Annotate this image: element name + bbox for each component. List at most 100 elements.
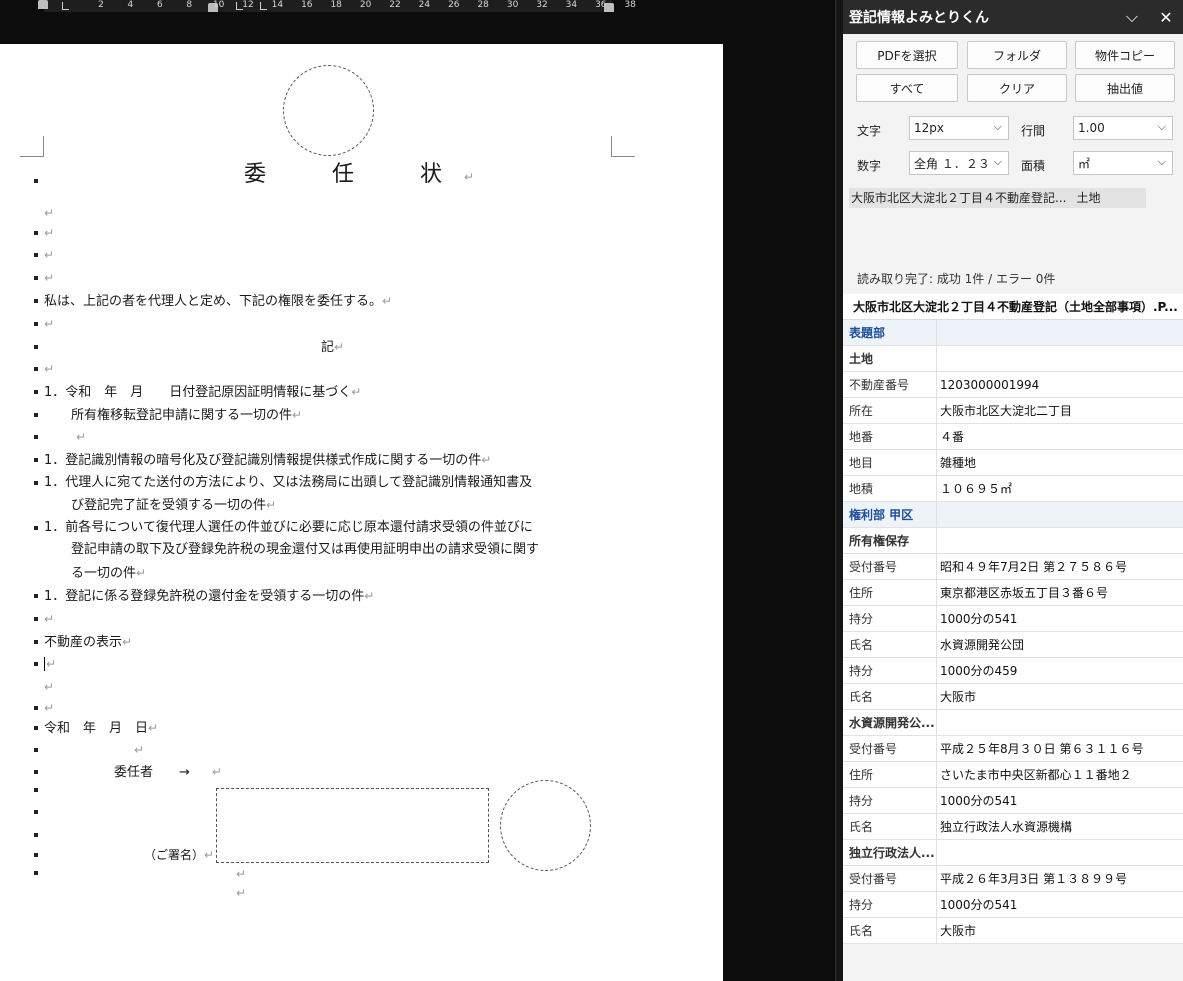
ruler-tick-label: 6: [156, 0, 163, 10]
ruler-tick-label: 18: [330, 0, 342, 10]
clear-button[interactable]: クリア: [967, 74, 1067, 102]
empty-paragraph: ↵: [44, 362, 55, 376]
empty-paragraph: ↵: [44, 701, 55, 715]
table-row[interactable]: 不動産番号 1203000001994: [843, 372, 1183, 398]
folder-button[interactable]: フォルダ: [967, 41, 1067, 69]
table-row[interactable]: 氏名 独立行政法人水資源機構: [843, 814, 1183, 840]
paragraph-marker: [34, 594, 38, 598]
table-group-row[interactable]: 独立行政法人...: [843, 840, 1183, 866]
table-key-cell: 地積: [843, 476, 937, 501]
item-4-continuation: 登記申請の取下及び登録免許税の現金還付又は再使用証明申出の請求受領に関す: [58, 542, 540, 557]
table-value-cell: 平成２６年3月3日 第１３８９９号: [940, 872, 1128, 886]
table-title: 大阪市北区大淀北２丁目４不動産登記（土地全部事項）.P...: [843, 294, 1183, 320]
ruler-tick-label: 4: [127, 0, 134, 10]
first-line-indent-marker[interactable]: [38, 0, 48, 9]
table-key-cell: 独立行政法人...: [843, 840, 937, 865]
table-key-cell: 受付番号: [843, 554, 937, 579]
table-section-row[interactable]: 表題部: [843, 320, 1183, 346]
ruler-tick-label: 38: [624, 0, 636, 10]
seal-circle: [500, 780, 591, 871]
table-row[interactable]: 持分 1000分の541: [843, 788, 1183, 814]
ruler-tick-label: 28: [477, 0, 489, 10]
paragraph-marker: [34, 481, 38, 485]
table-value-cell: 平成２５年8月３０日 第６３１１６号: [940, 742, 1144, 756]
table-row[interactable]: 住所 さいたま市中央区新都心１１番地２: [843, 762, 1183, 788]
ruler-tick-label: 8: [186, 0, 193, 10]
table-value-cell: さいたま市中央区新都心１１番地２: [940, 768, 1132, 782]
table-value-cell: 大阪市: [940, 690, 977, 704]
table-row[interactable]: 地番 ４番: [843, 424, 1183, 450]
item-4-continuation: る一切の件↵: [58, 566, 147, 581]
table-row[interactable]: 持分 1000分の541: [843, 606, 1183, 632]
table-value-cell: 東京都港区赤坂五丁目３番６号: [940, 586, 1109, 600]
table-row[interactable]: 住所 東京都港区赤坂五丁目３番６号: [843, 580, 1183, 606]
item-1-continuation: 所有権移転登記申請に関する一切の件↵: [58, 408, 303, 423]
table-row[interactable]: 所在 大阪市北区大淀北二丁目: [843, 398, 1183, 424]
digit-format-select[interactable]: 全角 １．２３ ⌵: [909, 151, 1009, 175]
ruler-tick-label: 26: [448, 0, 460, 10]
extracted-values-button[interactable]: 抽出値: [1075, 74, 1175, 102]
table-value-cell: 雑種地: [940, 456, 977, 470]
table-row[interactable]: 持分 1000分の541: [843, 892, 1183, 918]
delegation-statement: 私は、上記の者を代理人と定め、下記の権限を委任する。↵: [44, 294, 393, 309]
signature-box[interactable]: [216, 788, 489, 863]
paragraph-marker: [34, 726, 38, 730]
table-value-cell: 昭和４９年7月2日 第２７５８６号: [940, 560, 1128, 574]
table-row[interactable]: 氏名 大阪市: [843, 684, 1183, 710]
tab-stop-marker[interactable]: [62, 2, 69, 10]
table-value-cell: [937, 840, 1183, 865]
table-row[interactable]: 受付番号 平成２６年3月3日 第１３８９９号: [843, 866, 1183, 892]
close-icon[interactable]: ✕: [1149, 8, 1183, 27]
paragraph-marker: [34, 435, 38, 439]
table-group-row[interactable]: 水資源開発公...: [843, 710, 1183, 736]
paragraph-marker: [34, 788, 38, 792]
horizontal-ruler[interactable]: 2 4 6 8 10 12 14 16 18 20 22 24 26 28 30 32 34 36 38: [0, 0, 835, 16]
paragraph-marker: [34, 390, 38, 394]
table-value-cell: 1000分の459: [940, 664, 1018, 678]
table-row[interactable]: 受付番号 昭和４９年7月2日 第２７５８６号: [843, 554, 1183, 580]
property-heading: 不動産の表示↵: [44, 635, 133, 650]
table-value-cell: [937, 320, 1183, 345]
table-group-row[interactable]: 土地: [843, 346, 1183, 372]
ruler-tick-label: 36: [595, 0, 607, 10]
line-spacing-value: 1.00: [1078, 121, 1105, 135]
paragraph-marker: [34, 179, 38, 183]
select-pdf-button[interactable]: PDFを選択: [856, 41, 958, 69]
document-page[interactable]: 委 任 状↵ ↵ ↵ ↵ ↵ 私は、上記の者を代理人と定め、下記の権限を委任する…: [0, 44, 723, 981]
ruler-tick-label: 12: [242, 0, 254, 10]
table-row[interactable]: 持分 1000分の459: [843, 658, 1183, 684]
line-spacing-select[interactable]: 1.00 ⌵: [1073, 116, 1173, 140]
signature-label: （ご署名）↵: [144, 848, 215, 862]
table-value-cell: 大阪市北区大淀北二丁目: [940, 404, 1073, 418]
table-key-cell: 持分: [843, 658, 937, 683]
paragraph-marker: [34, 770, 38, 774]
pane-splitter[interactable]: [835, 0, 843, 981]
select-all-button[interactable]: すべて: [856, 74, 958, 102]
area-unit-select[interactable]: ㎡ ⌵: [1073, 151, 1173, 175]
ruler-tick-label: 20: [359, 0, 372, 10]
table-row[interactable]: 氏名 大阪市: [843, 918, 1183, 944]
table-key-cell: 氏名: [843, 814, 937, 839]
paragraph-marker: [34, 345, 38, 349]
table-key-cell: 受付番号: [843, 866, 937, 891]
table-row[interactable]: 地積 １０６９５㎡: [843, 476, 1183, 502]
chevron-down-icon[interactable]: ⌵: [1115, 7, 1149, 27]
table-group-row[interactable]: 所有権保存: [843, 528, 1183, 554]
table-value-cell: 1000分の541: [940, 898, 1018, 912]
cursor-paragraph[interactable]: ↵: [44, 655, 57, 674]
table-key-cell: 表題部: [843, 320, 937, 345]
file-list-item[interactable]: 大阪市北区大淀北２丁目４不動産登記... 土地: [849, 188, 1146, 208]
tab-stop-marker[interactable]: [260, 2, 267, 10]
empty-paragraph: ↵: [44, 317, 55, 331]
table-key-cell: 土地: [843, 346, 937, 371]
font-size-select[interactable]: 12px ⌵: [909, 116, 1009, 140]
ruler-tick-label: 2: [98, 0, 104, 10]
ruler-tick-label: 34: [565, 0, 578, 10]
table-section-row[interactable]: 権利部 甲区: [843, 502, 1183, 528]
table-row[interactable]: 氏名 水資源開発公団: [843, 632, 1183, 658]
ruler-tick-label: 22: [389, 0, 401, 10]
copy-property-button[interactable]: 物件コピー: [1075, 41, 1175, 69]
crop-mark-left: [20, 136, 44, 157]
table-row[interactable]: 地目 雑種地: [843, 450, 1183, 476]
table-row[interactable]: 受付番号 平成２５年8月３０日 第６３１１６号: [843, 736, 1183, 762]
